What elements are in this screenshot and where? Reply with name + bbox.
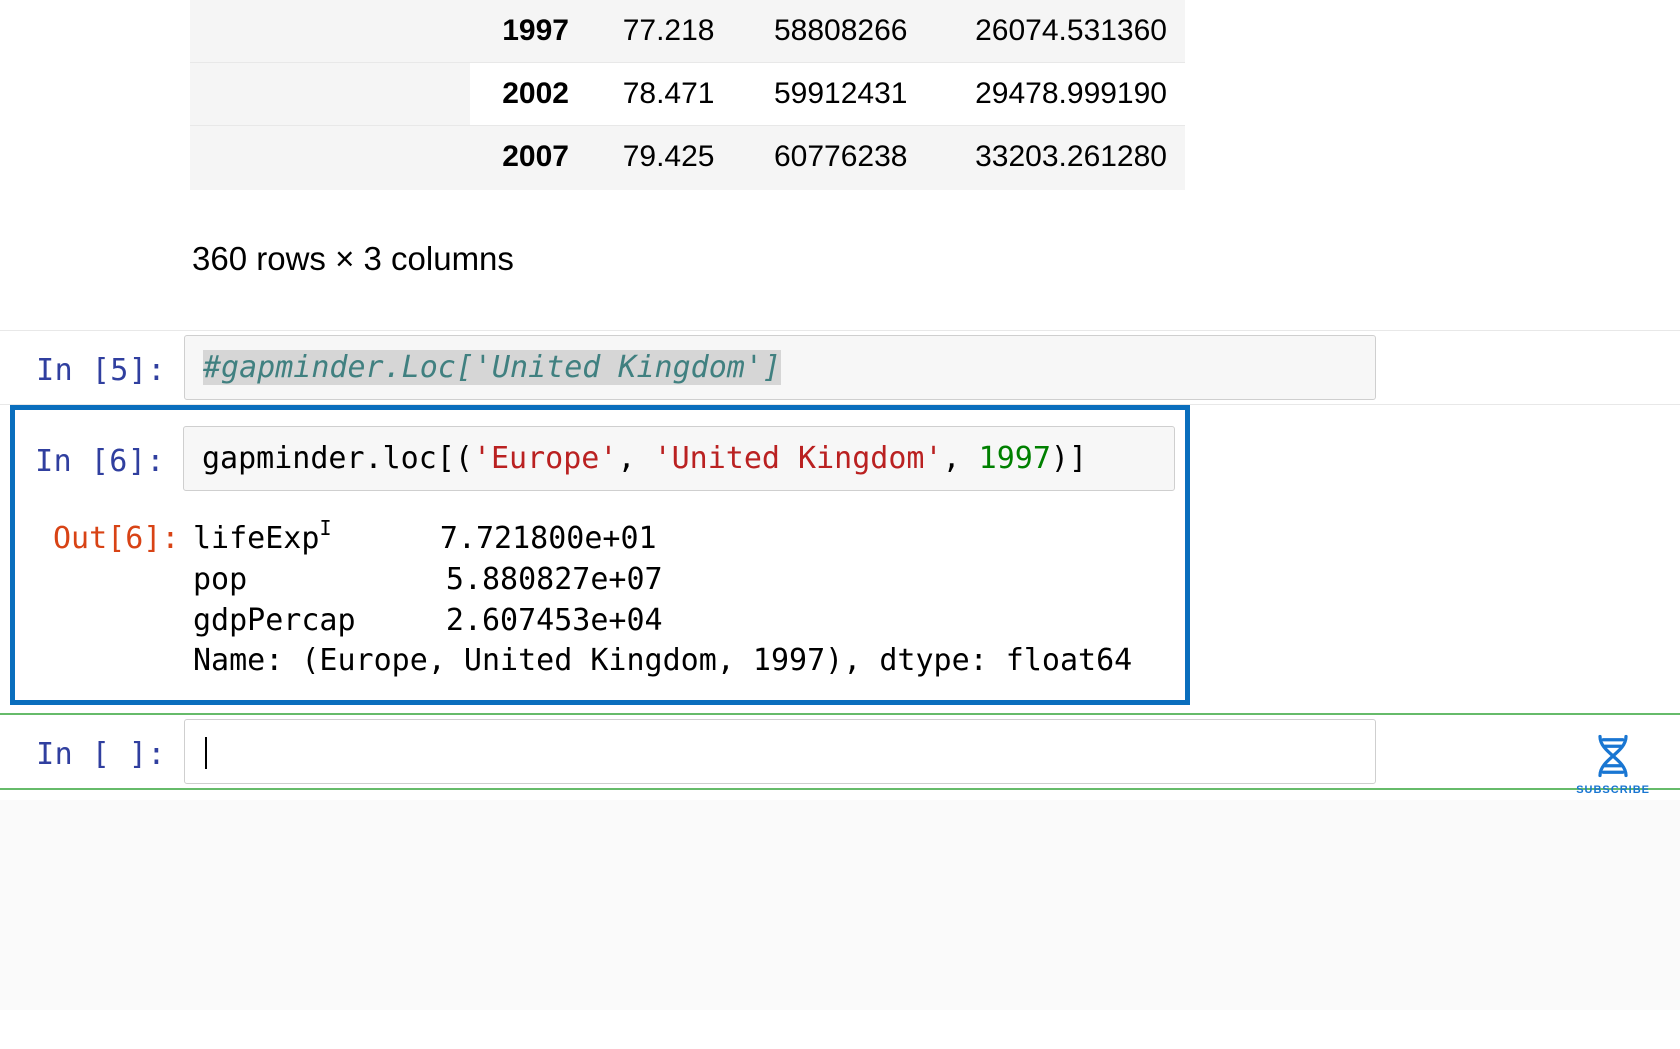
cell-pop: 60776238 (732, 126, 925, 189)
code-cell-6-selected[interactable]: In [6]: gapminder.loc[('Europe', 'United… (10, 405, 1190, 705)
code-input[interactable]: gapminder.loc[('Europe', 'United Kingdom… (183, 426, 1175, 491)
dna-icon (1587, 730, 1639, 782)
row-index: 1997 (470, 0, 587, 63)
code-input[interactable] (184, 719, 1376, 784)
cell-pop: 58808266 (732, 0, 925, 63)
cell-lifeexp: 79.425 (587, 126, 732, 189)
code-input[interactable]: #gapminder.Loc['United Kingdom'] (184, 335, 1376, 400)
cell-lifeexp: 78.471 (587, 63, 732, 126)
in-prompt: In [6]: (15, 426, 183, 479)
code-string: 'United Kingdom' (654, 441, 943, 476)
row-index: 2002 (470, 63, 587, 126)
index-spacer (190, 63, 470, 126)
out-prompt: Out[6]: (53, 519, 193, 560)
code-text: , (943, 441, 979, 476)
code-string: 'Europe' (473, 441, 618, 476)
code-cell-empty[interactable]: In [ ]: (0, 713, 1680, 790)
cell-gdp: 26074.531360 (925, 0, 1185, 63)
output-text: Out[6]:lifeExpI 7.721800e+01 pop 5.88082… (15, 517, 1185, 682)
cell-gdp: 33203.261280 (925, 126, 1185, 189)
in-prompt: In [5]: (4, 335, 184, 388)
cell-pop: 59912431 (732, 63, 925, 126)
cell-lifeexp: 77.218 (587, 0, 732, 63)
row-index: 2007 (470, 126, 587, 189)
code-cell-6-output-row: Out[6]:lifeExpI 7.721800e+01 pop 5.88082… (15, 491, 1185, 682)
code-cell-5[interactable]: In [5]: #gapminder.Loc['United Kingdom'] (0, 330, 1680, 405)
table-row: 1997 77.218 58808266 26074.531360 (190, 0, 1185, 63)
dataframe-output: 1997 77.218 58808266 26074.531360 2002 7… (190, 0, 1185, 190)
dataframe-table: 1997 77.218 58808266 26074.531360 2002 7… (190, 0, 1185, 188)
index-spacer (190, 126, 470, 189)
in-prompt: In [ ]: (4, 719, 184, 772)
code-text: gapminder.loc[( (202, 441, 473, 476)
dataframe-shape: 360 rows × 3 columns (192, 240, 1680, 278)
code-text: )] (1051, 441, 1087, 476)
notebook-container: 1997 77.218 58808266 26074.531360 2002 7… (0, 0, 1680, 1010)
table-row: 2007 79.425 60776238 33203.261280 (190, 126, 1185, 189)
text-cursor (205, 737, 207, 769)
code-comment: #gapminder.Loc['United Kingdom'] (203, 350, 781, 385)
index-spacer (190, 0, 470, 63)
code-cell-6-input-row: In [6]: gapminder.loc[('Europe', 'United… (15, 426, 1185, 491)
cursor-marker: I (319, 516, 331, 540)
table-row: 2002 78.471 59912431 29478.999190 (190, 63, 1185, 126)
code-text: , (617, 441, 653, 476)
footer: SUBSCRIBE (0, 800, 1680, 1010)
subscribe-label: SUBSCRIBE (1576, 784, 1650, 796)
code-number: 1997 (979, 441, 1051, 476)
cell-gdp: 29478.999190 (925, 63, 1185, 126)
subscribe-badge[interactable]: SUBSCRIBE (1576, 730, 1650, 796)
